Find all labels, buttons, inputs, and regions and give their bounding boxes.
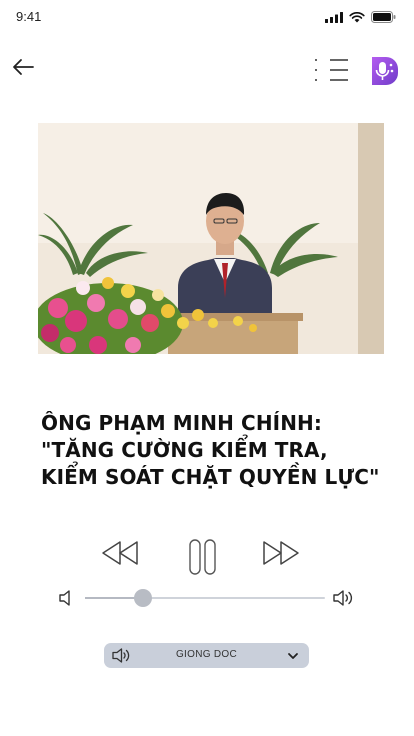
volume-slider-thumb[interactable] [133, 589, 152, 607]
arrow-left-icon [13, 59, 34, 75]
volume-high-button[interactable] [332, 588, 356, 608]
article-headline: ÔNG PHẠM MINH CHÍNH: "TĂNG CƯỜNG KIỂM TR… [41, 411, 380, 489]
status-time: 9:41 [16, 9, 42, 24]
fast-forward-button[interactable] [261, 538, 301, 568]
battery-icon [371, 11, 396, 23]
fast-forward-icon [263, 541, 299, 565]
volume-low-icon [59, 590, 70, 606]
menu-button[interactable] [312, 56, 352, 84]
back-button[interactable] [10, 54, 40, 80]
list-menu-icon [315, 59, 348, 81]
volume-high-icon [333, 590, 353, 606]
status-icons [325, 11, 396, 23]
volume-slider[interactable] [85, 589, 325, 607]
cellular-signal-icon [325, 11, 343, 23]
volume-low-button[interactable] [58, 588, 76, 608]
article-hero-image [38, 123, 384, 354]
volume-row [0, 586, 414, 610]
app-logo[interactable] [366, 54, 402, 88]
rewind-button[interactable] [100, 538, 140, 568]
voice-select-dropdown[interactable]: GIONG DOC [104, 643, 309, 668]
chevron-down-icon [288, 653, 298, 659]
status-bar: 9:41 [0, 0, 414, 36]
rewind-icon [102, 541, 138, 565]
voice-select-label: GIONG DOC [175, 649, 238, 660]
playback-controls [0, 534, 414, 580]
pause-button[interactable] [188, 534, 218, 580]
speaker-podium-illustration [38, 123, 384, 354]
pause-icon [189, 539, 216, 575]
wifi-icon [349, 11, 365, 22]
podcast-mic-logo [372, 57, 398, 85]
